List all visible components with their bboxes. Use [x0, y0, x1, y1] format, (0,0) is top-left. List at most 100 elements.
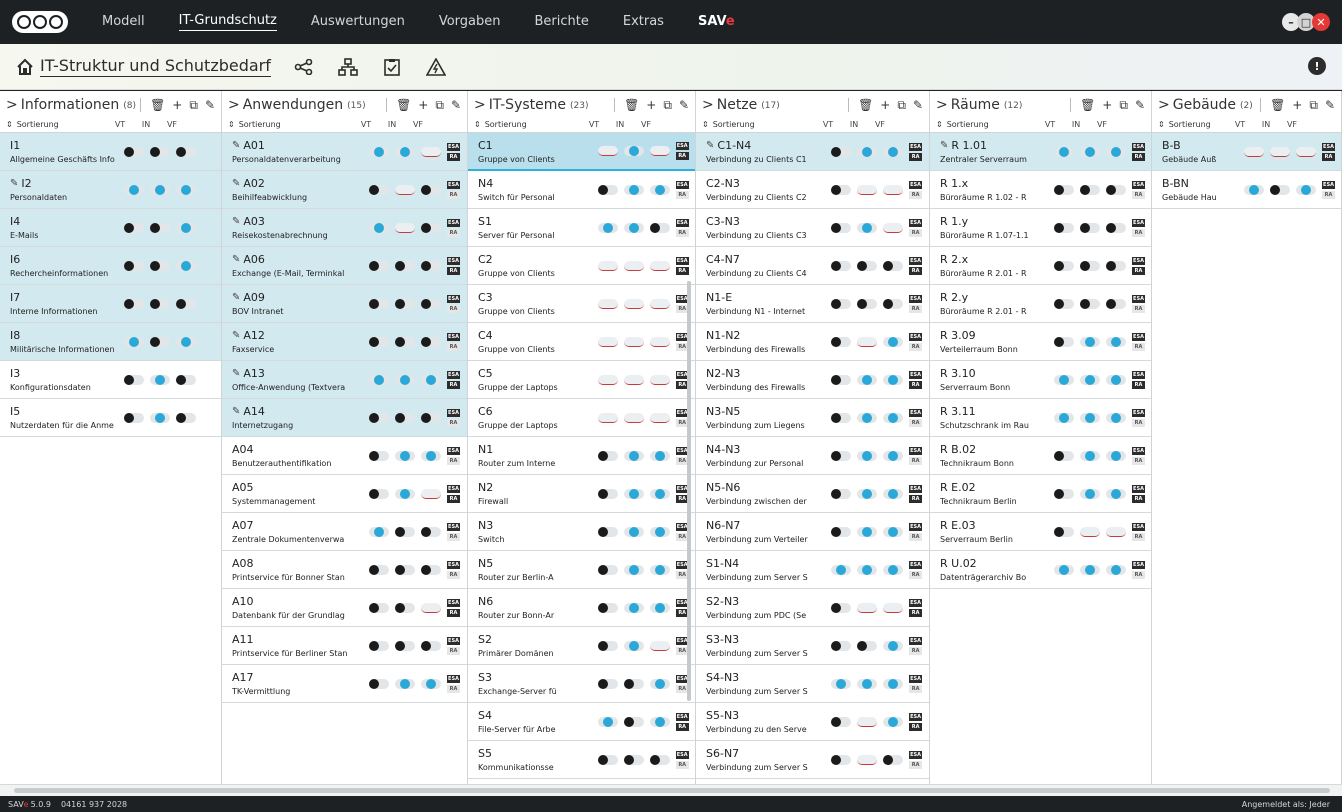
protection-toggle-in[interactable]: [623, 640, 644, 651]
badge-ra[interactable]: RA: [447, 342, 460, 351]
protection-toggle-in[interactable]: [1080, 336, 1100, 347]
badge-ra[interactable]: RA: [675, 722, 689, 731]
protection-toggle-in[interactable]: [857, 222, 878, 233]
protection-toggle-vf[interactable]: [421, 412, 441, 423]
badge-esa[interactable]: ESA: [909, 408, 923, 417]
protection-toggle-vt[interactable]: [369, 146, 389, 157]
protection-toggle-vf[interactable]: [883, 412, 904, 423]
protection-toggle-in[interactable]: [1080, 564, 1100, 575]
list-item[interactable]: S4-N3 Verbindung zum Server S ESA RA: [696, 665, 929, 703]
chevron-right-icon[interactable]: >: [228, 97, 240, 113]
badge-esa[interactable]: ESA: [447, 370, 460, 379]
protection-toggle-in[interactable]: [395, 526, 415, 537]
network-icon[interactable]: [337, 56, 359, 78]
protection-toggle-in[interactable]: [150, 336, 171, 347]
sort-icon[interactable]: ⇕: [228, 120, 235, 129]
protection-toggle-vf[interactable]: [176, 146, 197, 157]
badge-ra[interactable]: RA: [447, 304, 460, 313]
sort-label[interactable]: Sortierung: [713, 120, 755, 129]
protection-toggle-vt[interactable]: [831, 602, 852, 613]
protection-toggle-in[interactable]: [1080, 260, 1100, 271]
badge-esa[interactable]: ESA: [1132, 446, 1145, 455]
list-item[interactable]: N1 Router zum Interne ESA RA: [468, 437, 695, 475]
list-item[interactable]: C4-N7 Verbindung zu Clients C4 ESA RA: [696, 247, 929, 285]
badge-ra[interactable]: RA: [1132, 190, 1145, 199]
protection-toggle-vt[interactable]: [369, 412, 389, 423]
badge-ra[interactable]: RA: [1132, 570, 1145, 579]
protection-toggle-in[interactable]: [857, 602, 878, 613]
list-item[interactable]: R B.02 Technikraum Bonn ESA RA: [930, 437, 1151, 475]
list-item[interactable]: B-B Gebäude Auß ESA RA: [1152, 133, 1341, 171]
badge-esa[interactable]: ESA: [675, 256, 689, 265]
badge-ra[interactable]: RA: [447, 228, 460, 237]
protection-toggle-in[interactable]: [857, 640, 878, 651]
edit-pencil-icon[interactable]: ✎: [205, 98, 215, 112]
protection-toggle-vt[interactable]: [124, 374, 145, 385]
list-item[interactable]: A05 Systemmanagement ESA RA: [222, 475, 467, 513]
protection-toggle-vt[interactable]: [124, 298, 145, 309]
list-item[interactable]: ✎ A13 Office-Anwendung (Textvera ESA RA: [222, 361, 467, 399]
badge-ra[interactable]: RA: [447, 380, 460, 389]
protection-toggle-in[interactable]: [395, 450, 415, 461]
protection-toggle-in[interactable]: [623, 222, 644, 233]
horizontal-scrollbar[interactable]: [0, 784, 1342, 796]
list-item[interactable]: I8 Militärische Informationen: [0, 323, 221, 361]
protection-toggle-in[interactable]: [395, 146, 415, 157]
protection-toggle-in[interactable]: [623, 374, 644, 385]
badge-ra[interactable]: RA: [447, 266, 460, 275]
protection-toggle-vf[interactable]: [1296, 184, 1316, 195]
copy-icon[interactable]: ⧉: [1119, 98, 1128, 113]
badge-ra[interactable]: RA: [909, 304, 923, 313]
protection-toggle-in[interactable]: [150, 374, 171, 385]
badge-esa[interactable]: ESA: [447, 484, 460, 493]
protection-toggle-vt[interactable]: [831, 754, 852, 765]
list-item[interactable]: S4 File-Server für Arbe ESA RA: [468, 703, 695, 741]
protection-toggle-vt[interactable]: [597, 260, 618, 271]
menu-vorgaben[interactable]: Vorgaben: [439, 14, 501, 31]
protection-toggle-vf[interactable]: [176, 336, 197, 347]
protection-toggle-vf[interactable]: [421, 488, 441, 499]
protection-toggle-vf[interactable]: [883, 716, 904, 727]
protection-toggle-in[interactable]: [623, 678, 644, 689]
protection-toggle-vf[interactable]: [883, 602, 904, 613]
protection-toggle-vt[interactable]: [597, 184, 618, 195]
protection-toggle-vf[interactable]: [1106, 564, 1126, 575]
protection-toggle-vt[interactable]: [597, 716, 618, 727]
badge-ra[interactable]: RA: [909, 760, 923, 769]
badge-ra[interactable]: RA: [909, 494, 923, 503]
protection-toggle-vf[interactable]: [649, 222, 670, 233]
badge-esa[interactable]: ESA: [1322, 180, 1335, 189]
list-item[interactable]: A04 Benutzerauthentifikation ESA RA: [222, 437, 467, 475]
badge-ra[interactable]: RA: [1132, 418, 1145, 427]
badge-ra[interactable]: RA: [675, 228, 689, 237]
protection-toggle-vt[interactable]: [1244, 146, 1264, 157]
list-item[interactable]: R E.03 Serverraum Berlin ESA RA: [930, 513, 1151, 551]
badge-esa[interactable]: ESA: [909, 598, 923, 607]
badge-esa[interactable]: ESA: [1132, 522, 1145, 531]
protection-toggle-in[interactable]: [857, 336, 878, 347]
list-item[interactable]: A07 Zentrale Dokumentenverwa ESA RA: [222, 513, 467, 551]
badge-ra[interactable]: RA: [1132, 228, 1145, 237]
menu-berichte[interactable]: Berichte: [535, 14, 589, 31]
list-item[interactable]: R 2.y Büroräume R 2.01 - R ESA RA: [930, 285, 1151, 323]
protection-toggle-vt[interactable]: [1054, 488, 1074, 499]
protection-toggle-in[interactable]: [1270, 146, 1290, 157]
list-item[interactable]: R 3.09 Verteilerraum Bonn ESA RA: [930, 323, 1151, 361]
protection-toggle-in[interactable]: [857, 754, 878, 765]
delete-icon[interactable]: 🗑: [1080, 98, 1095, 112]
protection-toggle-in[interactable]: [857, 678, 878, 689]
protection-toggle-in[interactable]: [395, 488, 415, 499]
protection-toggle-vf[interactable]: [421, 336, 441, 347]
badge-ra[interactable]: RA: [447, 190, 460, 199]
badge-ra[interactable]: RA: [1132, 304, 1145, 313]
protection-toggle-vt[interactable]: [831, 412, 852, 423]
badge-ra[interactable]: RA: [909, 418, 923, 427]
protection-toggle-vt[interactable]: [597, 564, 618, 575]
list-item[interactable]: ✎ A09 BOV Intranet ESA RA: [222, 285, 467, 323]
protection-toggle-in[interactable]: [395, 564, 415, 575]
protection-toggle-in[interactable]: [623, 716, 644, 727]
badge-esa[interactable]: ESA: [447, 294, 460, 303]
list-item[interactable]: N2 Firewall ESA RA: [468, 475, 695, 513]
list-item[interactable]: S3-N3 Verbindung zum Server S ESA RA: [696, 627, 929, 665]
list-item[interactable]: I3 Konfigurationsdaten: [0, 361, 221, 399]
